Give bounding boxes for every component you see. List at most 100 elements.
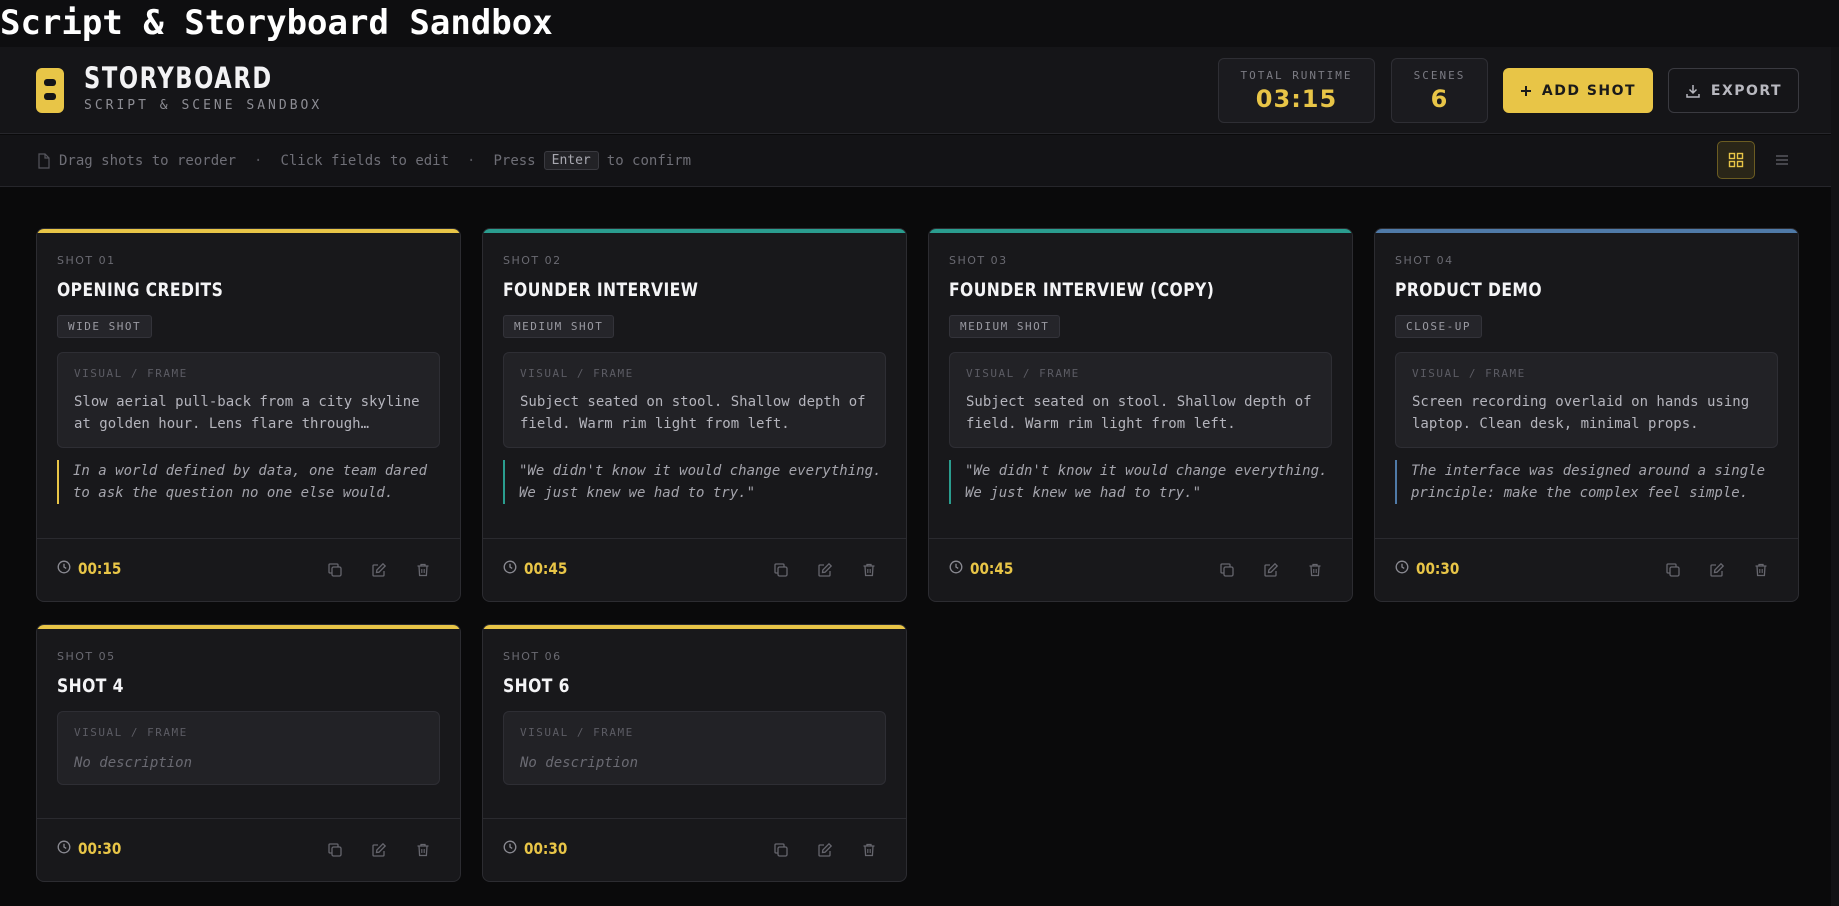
- scenes-value: 6: [1430, 85, 1449, 113]
- duplicate-icon[interactable]: [326, 561, 344, 579]
- visual-frame-box[interactable]: VISUAL / FRAME No description: [57, 711, 440, 785]
- clock-icon: [503, 839, 517, 858]
- shot-actions: [1218, 561, 1324, 579]
- shot-card[interactable]: SHOT 03 FOUNDER INTERVIEW (COPY) MEDIUM SH…: [928, 228, 1353, 602]
- shot-actions: [1664, 561, 1770, 579]
- clock-icon: [503, 559, 517, 578]
- trash-icon[interactable]: [1752, 561, 1770, 579]
- shot-title[interactable]: FOUNDER INTERVIEW (COPY): [949, 279, 1214, 301]
- separator-dot: ·: [254, 152, 263, 169]
- scrollbar[interactable]: [1831, 47, 1839, 906]
- shot-footer: 00:30: [37, 818, 460, 881]
- grid-view-button[interactable]: [1717, 141, 1755, 179]
- scenes-label: SCENES: [1413, 69, 1466, 82]
- script-quote[interactable]: "We didn't know it would change everythi…: [503, 460, 892, 504]
- duration-value: 00:15: [78, 559, 122, 578]
- shot-title[interactable]: OPENING CREDITS: [57, 279, 223, 301]
- edit-icon[interactable]: [816, 561, 834, 579]
- app-header: STORYBOARD SCRIPT & SCENE SANDBOX TOTAL …: [0, 47, 1839, 134]
- clock-icon: [57, 559, 71, 578]
- script-quote[interactable]: The interface was designed around a sing…: [1395, 460, 1784, 504]
- edit-icon[interactable]: [370, 841, 388, 859]
- total-runtime-value: 03:15: [1255, 85, 1338, 113]
- shot-duration[interactable]: 00:30: [57, 839, 129, 858]
- shot-accent-bar: [929, 229, 1352, 233]
- shot-number: SHOT 05: [57, 650, 116, 663]
- trash-icon[interactable]: [414, 841, 432, 859]
- visual-description: Screen recording overlaid on hands using…: [1412, 394, 1750, 432]
- brand-name: STORYBOARD: [84, 61, 273, 95]
- visual-frame-label: VISUAL / FRAME: [74, 367, 188, 380]
- shot-title[interactable]: PRODUCT DEMO: [1395, 279, 1542, 301]
- shot-title[interactable]: SHOT 4: [57, 675, 124, 697]
- visual-frame-box[interactable]: VISUAL / FRAME Slow aerial pull-back from…: [57, 352, 440, 448]
- visual-description: Subject seated on stool. Shallow depth o…: [966, 394, 1312, 432]
- clock-icon: [949, 559, 963, 578]
- document-icon: [38, 152, 50, 169]
- add-shot-button[interactable]: ADD SHOT: [1503, 68, 1653, 113]
- clock-icon: [57, 839, 71, 858]
- shot-footer: 00:45: [929, 538, 1352, 601]
- visual-frame-label: VISUAL / FRAME: [1412, 367, 1526, 380]
- duplicate-icon[interactable]: [326, 841, 344, 859]
- duplicate-icon[interactable]: [772, 561, 790, 579]
- duration-value: 00:45: [524, 559, 568, 578]
- duplicate-icon[interactable]: [1218, 561, 1236, 579]
- shot-duration[interactable]: 00:45: [503, 559, 575, 578]
- visual-description: Slow aerial pull-back from a city skylin…: [74, 394, 420, 432]
- edit-icon[interactable]: [816, 841, 834, 859]
- shot-duration[interactable]: 00:15: [57, 559, 129, 578]
- shot-number: SHOT 01: [57, 254, 116, 267]
- shot-footer: 00:30: [1375, 538, 1798, 601]
- shot-type-badge[interactable]: WIDE SHOT: [57, 315, 153, 338]
- grid-view-icon: [1728, 152, 1744, 168]
- shot-actions: [772, 841, 878, 859]
- add-shot-label: ADD SHOT: [1541, 82, 1637, 99]
- shot-footer: 00:30: [483, 818, 906, 881]
- shot-duration[interactable]: 00:45: [949, 559, 1021, 578]
- duplicate-icon[interactable]: [772, 841, 790, 859]
- script-quote[interactable]: In a world defined by data, one team dar…: [57, 460, 446, 504]
- shot-type-badge[interactable]: MEDIUM SHOT: [949, 315, 1061, 338]
- shot-type-badge[interactable]: CLOSE-UP: [1395, 315, 1482, 338]
- duplicate-icon[interactable]: [1664, 561, 1682, 579]
- shot-accent-bar: [37, 229, 460, 233]
- shot-card[interactable]: SHOT 02 FOUNDER INTERVIEW MEDIUM SHOT VISUA…: [482, 228, 907, 602]
- visual-frame-box[interactable]: VISUAL / FRAME Subject seated on stool. S…: [503, 352, 886, 448]
- shot-accent-bar: [483, 625, 906, 629]
- shot-duration[interactable]: 00:30: [503, 839, 575, 858]
- storyboard-app: STORYBOARD SCRIPT & SCENE SANDBOX TOTAL …: [0, 47, 1839, 906]
- shot-card[interactable]: SHOT 01 OPENING CREDITS WIDE SHOT VISUAL / …: [36, 228, 461, 602]
- duration-value: 00:30: [1416, 559, 1460, 578]
- duration-value: 00:30: [78, 839, 122, 858]
- shot-title[interactable]: SHOT 6: [503, 675, 570, 697]
- visual-frame-box[interactable]: VISUAL / FRAME Subject seated on stool. S…: [949, 352, 1332, 448]
- trash-icon[interactable]: [414, 561, 432, 579]
- visual-frame-box[interactable]: VISUAL / FRAME Screen recording overlaid …: [1395, 352, 1778, 448]
- shot-title[interactable]: FOUNDER INTERVIEW: [503, 279, 698, 301]
- list-view-icon: [1776, 155, 1788, 165]
- enter-key-badge: Enter: [543, 151, 599, 170]
- edit-icon[interactable]: [1262, 561, 1280, 579]
- page-title: Script & Storyboard Sandbox: [0, 0, 1839, 47]
- edit-icon[interactable]: [1708, 561, 1726, 579]
- trash-icon[interactable]: [860, 561, 878, 579]
- separator-dot: ·: [467, 152, 476, 169]
- visual-frame-box[interactable]: VISUAL / FRAME No description: [503, 711, 886, 785]
- export-button[interactable]: EXPORT: [1668, 68, 1799, 113]
- shot-card[interactable]: SHOT 05 SHOT 4 VISUAL / FRAME No descriptio…: [36, 624, 461, 882]
- trash-icon[interactable]: [1306, 561, 1324, 579]
- visual-frame-label: VISUAL / FRAME: [520, 367, 634, 380]
- brand-subtitle: SCRIPT & SCENE SANDBOX: [84, 98, 323, 113]
- shot-card[interactable]: SHOT 04 PRODUCT DEMO CLOSE-UP VISUAL / FRAM…: [1374, 228, 1799, 602]
- shot-card[interactable]: SHOT 06 SHOT 6 VISUAL / FRAME No descriptio…: [482, 624, 907, 882]
- shot-duration[interactable]: 00:30: [1395, 559, 1467, 578]
- clock-icon: [1395, 559, 1409, 578]
- edit-icon[interactable]: [370, 561, 388, 579]
- hint-press: Press: [493, 152, 536, 169]
- list-view-button[interactable]: [1763, 141, 1801, 179]
- duration-value: 00:30: [524, 839, 568, 858]
- script-quote[interactable]: "We didn't know it would change everythi…: [949, 460, 1338, 504]
- shot-type-badge[interactable]: MEDIUM SHOT: [503, 315, 615, 338]
- trash-icon[interactable]: [860, 841, 878, 859]
